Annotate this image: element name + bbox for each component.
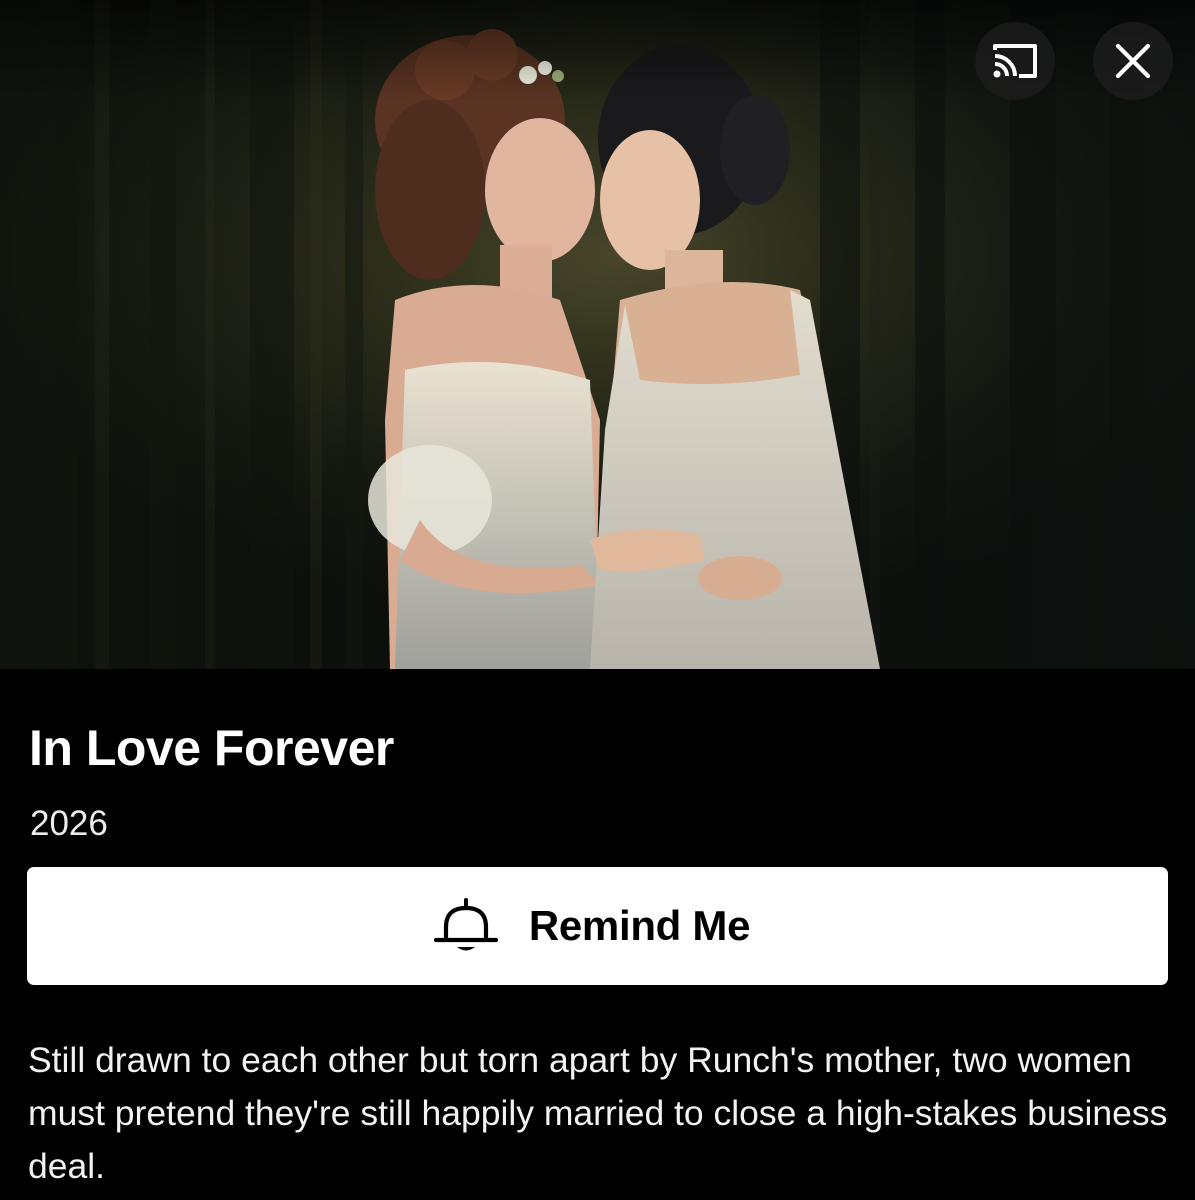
close-icon — [1115, 43, 1151, 79]
cast-button[interactable] — [975, 22, 1055, 100]
release-year: 2026 — [30, 804, 108, 843]
remind-me-button[interactable]: Remind Me — [27, 867, 1168, 985]
remind-me-label: Remind Me — [528, 902, 751, 949]
close-button[interactable] — [1093, 22, 1173, 100]
remind-me-content: Remind Me — [433, 897, 750, 955]
cast-icon — [993, 44, 1037, 78]
bell-icon — [433, 898, 498, 951]
hero-artwork — [0, 0, 1195, 669]
title-detail-screen: In Love Forever 2026 Remind Me Still dra… — [0, 0, 1195, 1200]
hero-image — [0, 0, 1195, 669]
title-heading: In Love Forever — [29, 720, 394, 776]
synopsis-text: Still drawn to each other but torn apart… — [28, 1040, 1168, 1186]
